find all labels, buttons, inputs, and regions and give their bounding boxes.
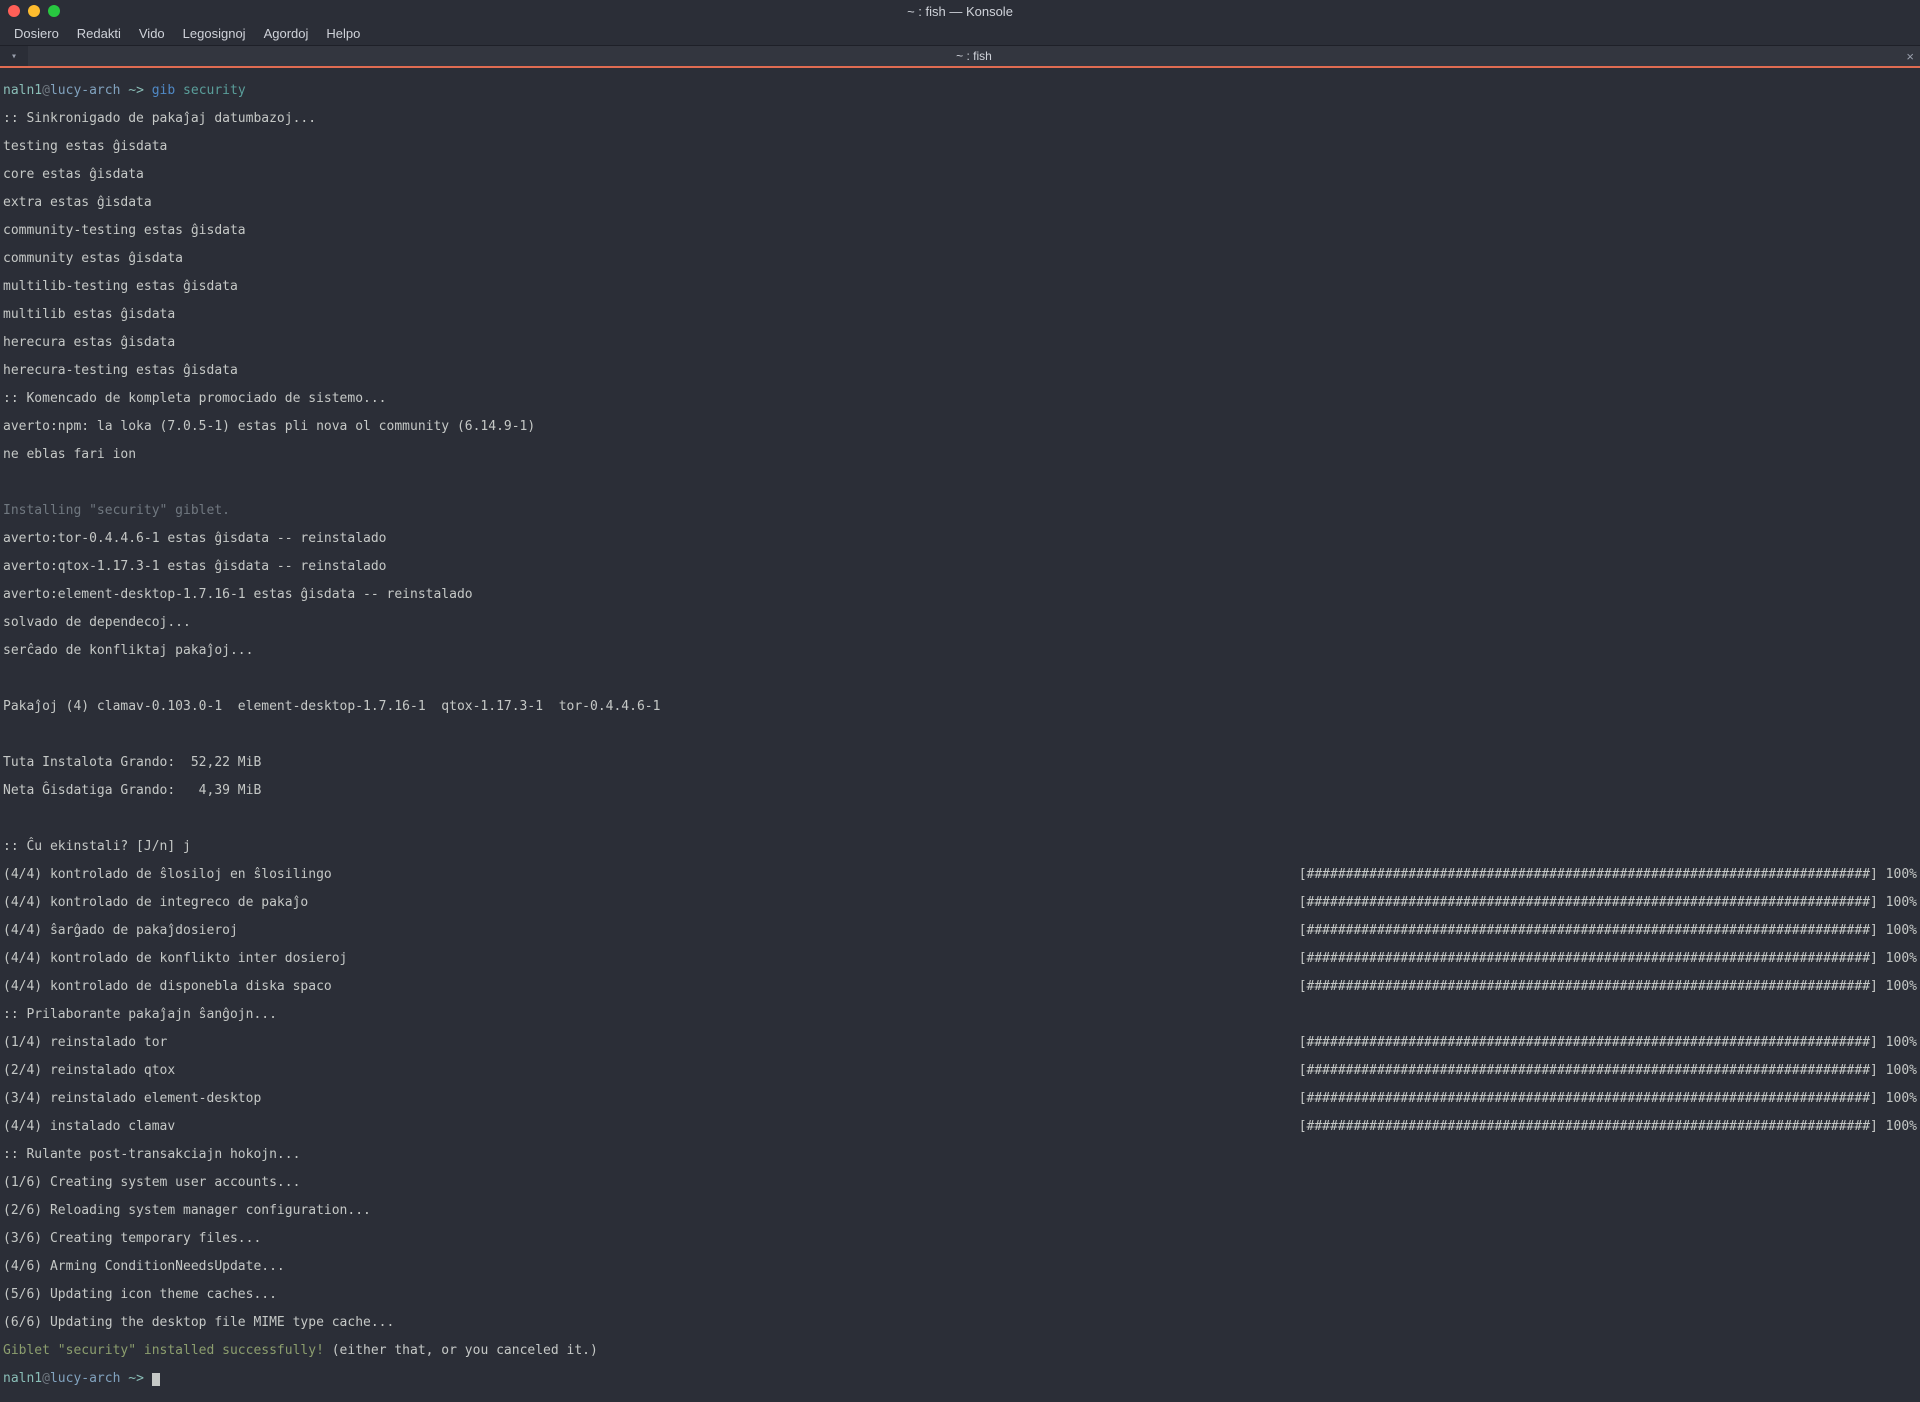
output-line: community estas ĝisdata (3, 252, 1917, 266)
progress-line: (4/4) ŝarĝado de pakaĵdosieroj [#########… (3, 924, 1917, 938)
window-minimize-button[interactable] (28, 5, 40, 17)
new-tab-button[interactable]: ▾ (0, 46, 28, 66)
window-close-button[interactable] (8, 5, 20, 17)
progress-line: (4/4) instalado clamav [#################… (3, 1120, 1917, 1134)
progress-label: (4/4) kontrolado de konflikto inter dosi… (3, 952, 347, 966)
progress-label: (1/4) reinstalado tor (3, 1036, 167, 1050)
output-line: averto:element-desktop-1.7.16-1 estas ĝi… (3, 588, 1917, 602)
menu-redakti[interactable]: Redakti (69, 24, 129, 43)
success-line: Giblet "security" installed successfully… (3, 1344, 1917, 1358)
output-line: extra estas ĝisdata (3, 196, 1917, 210)
output-line: ne eblas fari ion (3, 448, 1917, 462)
progress-line: (4/4) kontrolado de disponebla diska spa… (3, 980, 1917, 994)
output-line: (1/6) Creating system user accounts... (3, 1176, 1917, 1190)
output-line: :: Rulante post-transakciajn hokojn... (3, 1148, 1917, 1162)
prompt-user: naln1 (3, 83, 42, 98)
progress-bar: [#######################################… (1299, 1036, 1917, 1050)
output-line: herecura estas ĝisdata (3, 336, 1917, 350)
output-line: testing estas ĝisdata (3, 140, 1917, 154)
output-line (3, 812, 1917, 826)
titlebar: ~ : fish — Konsole (0, 0, 1920, 22)
progress-label: (4/4) kontrolado de ŝlosiloj en ŝlosilin… (3, 868, 332, 882)
output-line: (3/6) Creating temporary files... (3, 1232, 1917, 1246)
command-gib: gib (152, 83, 175, 98)
progress-bar: [#######################################… (1299, 1092, 1917, 1106)
progress-bar: [#######################################… (1299, 980, 1917, 994)
progress-bar: [#######################################… (1299, 1120, 1917, 1134)
progress-line: (4/4) kontrolado de ŝlosiloj en ŝlosilin… (3, 868, 1917, 882)
progress-line: (2/4) reinstalado qtox [#################… (3, 1064, 1917, 1078)
output-line: :: Prilaborante pakaĵajn ŝanĝojn... (3, 1008, 1917, 1022)
prompt-at: @ (42, 83, 50, 98)
progress-label: (3/4) reinstalado element-desktop (3, 1092, 261, 1106)
traffic-lights (8, 5, 60, 17)
output-line: averto:qtox-1.17.3-1 estas ĝisdata -- re… (3, 560, 1917, 574)
progress-bar: [#######################################… (1299, 952, 1917, 966)
progress-line: (4/4) kontrolado de integreco de pakaĵo [… (3, 896, 1917, 910)
output-line: solvado de dependecoj... (3, 616, 1917, 630)
progress-line: (1/4) reinstalado tor [##################… (3, 1036, 1917, 1050)
output-line: (4/6) Arming ConditionNeedsUpdate... (3, 1260, 1917, 1274)
tab-close-button[interactable]: × (1906, 49, 1914, 64)
success-text: Giblet "security" installed successfully… (3, 1343, 324, 1358)
output-line: :: Komencado de kompleta promociado de s… (3, 392, 1917, 406)
prompt-user: naln1 (3, 1371, 42, 1386)
prompt-sep: ~> (120, 1371, 151, 1386)
terminal[interactable]: naln1@lucy-arch ~> gib security :: Sinkr… (0, 68, 1920, 1402)
command-arg: security (175, 83, 245, 98)
progress-label: (4/4) ŝarĝado de pakaĵdosieroj (3, 924, 238, 938)
output-line: averto:npm: la loka (7.0.5-1) estas pli … (3, 420, 1917, 434)
chevron-down-icon: ▾ (11, 51, 17, 62)
menu-agordoj[interactable]: Agordoj (256, 24, 317, 43)
tab-label: ~ : fish (956, 49, 992, 63)
cursor-icon (152, 1373, 160, 1386)
prompt-host: lucy-arch (50, 83, 120, 98)
prompt-host: lucy-arch (50, 1371, 120, 1386)
progress-label: (4/4) instalado clamav (3, 1120, 175, 1134)
progress-line: (4/4) kontrolado de konflikto inter dosi… (3, 952, 1917, 966)
output-line: herecura-testing estas ĝisdata (3, 364, 1917, 378)
progress-bar: [#######################################… (1299, 868, 1917, 882)
progress-label: (2/4) reinstalado qtox (3, 1064, 175, 1078)
output-line: (2/6) Reloading system manager configura… (3, 1204, 1917, 1218)
output-line: (6/6) Updating the desktop file MIME typ… (3, 1316, 1917, 1330)
output-line: averto:tor-0.4.4.6-1 estas ĝisdata -- re… (3, 532, 1917, 546)
output-line: multilib estas ĝisdata (3, 308, 1917, 322)
menu-helpo[interactable]: Helpo (318, 24, 368, 43)
progress-label: (4/4) kontrolado de integreco de pakaĵo (3, 896, 308, 910)
giblet-install-header: Installing "security" giblet. (3, 504, 1917, 518)
proceed-prompt: :: Ĉu ekinstali? [J/n] j (3, 840, 1917, 854)
progress-line: (3/4) reinstalado element-desktop [######… (3, 1092, 1917, 1106)
prompt-sep: ~> (120, 83, 151, 98)
net-size-line: Neta Ĝisdatiga Grando: 4,39 MiB (3, 784, 1917, 798)
tabbar: ▾ ~ : fish × (0, 46, 1920, 68)
progress-bar: [#######################################… (1299, 896, 1917, 910)
output-line: community-testing estas ĝisdata (3, 224, 1917, 238)
window-title: ~ : fish — Konsole (907, 4, 1013, 19)
menu-vido[interactable]: Vido (131, 24, 173, 43)
progress-bar: [#######################################… (1299, 924, 1917, 938)
output-line: multilib-testing estas ĝisdata (3, 280, 1917, 294)
window-maximize-button[interactable] (48, 5, 60, 17)
prompt-line: naln1@lucy-arch ~> gib security (3, 84, 1917, 98)
prompt-at: @ (42, 1371, 50, 1386)
total-size-line: Tuta Instalota Grando: 52,22 MiB (3, 756, 1917, 770)
output-line: core estas ĝisdata (3, 168, 1917, 182)
progress-label: (4/4) kontrolado de disponebla diska spa… (3, 980, 332, 994)
menubar: Dosiero Redakti Vido Legosignoj Agordoj … (0, 22, 1920, 46)
menu-dosiero[interactable]: Dosiero (6, 24, 67, 43)
output-line: :: Sinkronigado de pakaĵaj datumbazoj... (3, 112, 1917, 126)
packages-line: Pakaĵoj (4) clamav-0.103.0-1 element-des… (3, 700, 1917, 714)
tab-fish[interactable]: ~ : fish × (28, 46, 1920, 66)
output-line (3, 728, 1917, 742)
success-tail: (either that, or you canceled it.) (324, 1343, 598, 1358)
output-line (3, 672, 1917, 686)
output-line: (5/6) Updating icon theme caches... (3, 1288, 1917, 1302)
menu-legosignoj[interactable]: Legosignoj (175, 24, 254, 43)
output-line (3, 476, 1917, 490)
output-line: serĉado de konfliktaj pakaĵoj... (3, 644, 1917, 658)
progress-bar: [#######################################… (1299, 1064, 1917, 1078)
prompt-line: naln1@lucy-arch ~> (3, 1372, 1917, 1386)
